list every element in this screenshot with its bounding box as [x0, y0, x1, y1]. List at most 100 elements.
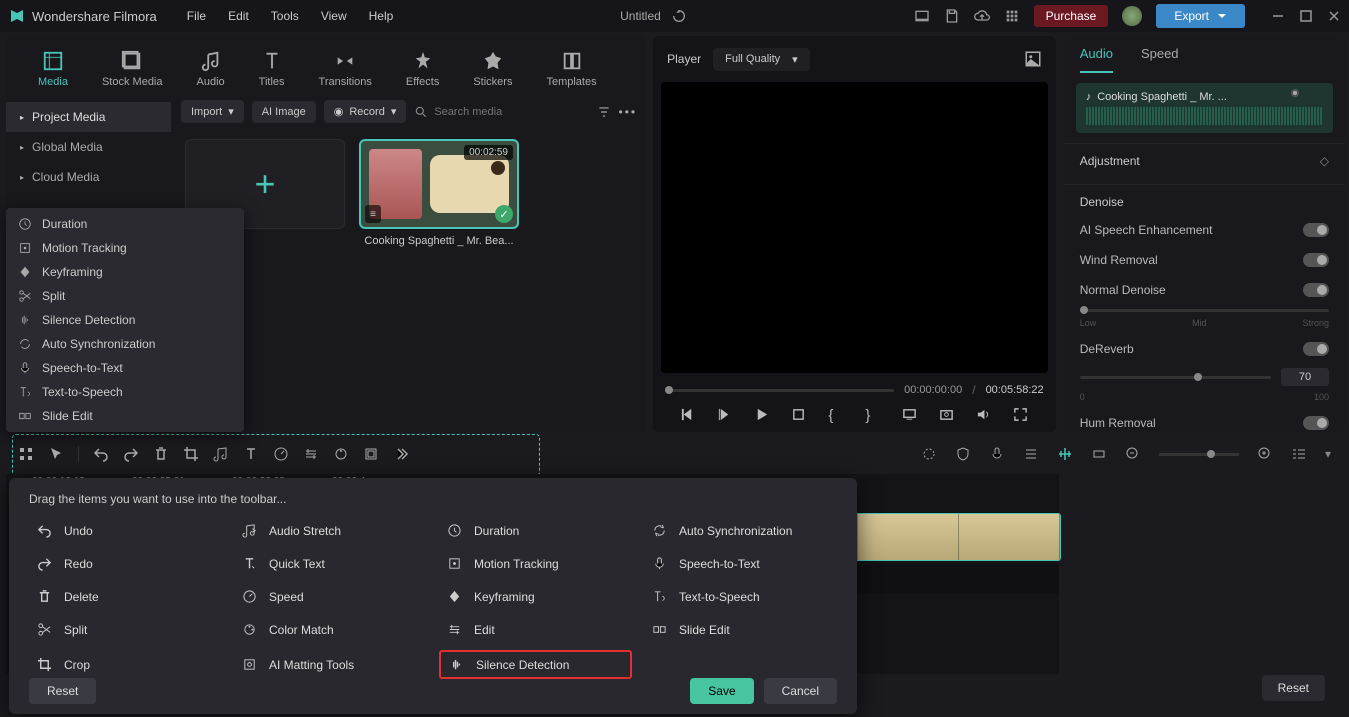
sidebar-item-global[interactable]: ▸Global Media	[6, 132, 171, 162]
zoom-in-icon[interactable]	[1257, 446, 1273, 462]
cust-item-redo[interactable]: Redo	[29, 551, 222, 576]
nav-tab-templates[interactable]: Templates	[538, 44, 604, 94]
cust-item-auto-synchronization[interactable]: Auto Synchronization	[644, 518, 837, 543]
menu-tools[interactable]: Tools	[271, 9, 299, 23]
redo-icon[interactable]	[123, 446, 139, 462]
shield-icon[interactable]	[955, 446, 971, 462]
close-icon[interactable]	[1327, 9, 1341, 23]
player-viewport[interactable]	[661, 82, 1048, 373]
cust-item-keyframing[interactable]: Keyframing	[439, 584, 632, 609]
toggle-ai-speech[interactable]	[1303, 223, 1329, 237]
nav-tab-titles[interactable]: Titles	[251, 44, 293, 94]
cust-item-duration[interactable]: Duration	[439, 518, 632, 543]
more-icon[interactable]: •••	[619, 105, 638, 119]
cust-item-audio-stretch[interactable]: Audio Stretch	[234, 518, 427, 543]
cust-item-edit[interactable]: Edit	[439, 617, 632, 642]
speed-tool-icon[interactable]	[273, 446, 289, 462]
marker-icon[interactable]	[921, 446, 937, 462]
menu-edit[interactable]: Edit	[228, 9, 249, 23]
cust-item-silence-detection[interactable]: Silence Detection	[439, 650, 632, 679]
sidebar-item-project[interactable]: ▸Project Media	[6, 102, 171, 132]
section-adjustment[interactable]: Adjustment	[1080, 154, 1140, 168]
menu-help[interactable]: Help	[369, 9, 394, 23]
crop-icon[interactable]	[183, 446, 199, 462]
step-back-icon[interactable]	[680, 407, 695, 422]
search-input[interactable]	[434, 106, 534, 118]
zoom-out-icon[interactable]	[1125, 446, 1141, 462]
save-icon[interactable]	[944, 8, 960, 24]
inspector-reset-button[interactable]: Reset	[1262, 675, 1325, 701]
stop-icon[interactable]	[791, 407, 806, 422]
search-field[interactable]	[414, 105, 534, 119]
adjust-tool-icon[interactable]	[303, 446, 319, 462]
undo-icon[interactable]	[93, 446, 109, 462]
cust-item-speed[interactable]: Speed	[234, 584, 427, 609]
grid-icon[interactable]	[18, 446, 34, 462]
cust-item-speech-to-text[interactable]: Speech-to-Text	[644, 551, 837, 576]
toggle-normal-denoise[interactable]	[1303, 283, 1329, 297]
inspector-tab-audio[interactable]: Audio	[1080, 46, 1113, 73]
inspector-tab-speed[interactable]: Speed	[1141, 46, 1179, 73]
cust-item-slide-edit[interactable]: Slide Edit	[644, 617, 837, 642]
quality-dropdown[interactable]: Full Quality▾	[713, 48, 810, 71]
cust-item-delete[interactable]: Delete	[29, 584, 222, 609]
ai-image-button[interactable]: AI Image	[252, 101, 316, 123]
slider-denoise[interactable]	[1080, 309, 1329, 312]
cust-item-split[interactable]: Split	[29, 617, 222, 642]
refresh-icon[interactable]	[671, 8, 687, 24]
nav-tab-media[interactable]: Media	[30, 44, 76, 94]
sidebar-item-cloud[interactable]: ▸Cloud Media	[6, 162, 171, 192]
mark-in-icon[interactable]: {	[828, 407, 843, 422]
cust-item-crop[interactable]: Crop	[29, 650, 222, 679]
nav-tab-stickers[interactable]: Stickers	[465, 44, 520, 94]
ctx-text-to-speech[interactable]: Text-to-Speech	[6, 380, 244, 404]
menu-file[interactable]: File	[187, 9, 206, 23]
purchase-button[interactable]: Purchase	[1034, 5, 1109, 27]
media-thumb[interactable]: 00:02:59 ≡ ✓ Cooking Spaghetti _ Mr. Bea…	[359, 139, 519, 247]
toggle-hum[interactable]	[1303, 416, 1329, 430]
cursor-icon[interactable]	[48, 446, 64, 462]
mark-out-icon[interactable]: }	[865, 407, 880, 422]
record-button[interactable]: ◉Record▾	[324, 100, 407, 123]
image-icon[interactable]	[1024, 50, 1042, 68]
cust-item-text-to-speech[interactable]: Text-to-Speech	[644, 584, 837, 609]
ctx-silence-detection[interactable]: Silence Detection	[6, 308, 244, 332]
customizer-save-button[interactable]: Save	[690, 678, 753, 704]
keyframe-dot-icon[interactable]	[1291, 89, 1299, 97]
audio-clip-preview[interactable]: ♪Cooking Spaghetti _ Mr. ...	[1076, 83, 1333, 133]
customizer-reset-button[interactable]: Reset	[29, 678, 96, 704]
ctx-duration[interactable]: Duration	[6, 212, 244, 236]
apps-grid-icon[interactable]	[1004, 8, 1020, 24]
val-dereverb[interactable]: 70	[1281, 368, 1329, 386]
nav-tab-transitions[interactable]: Transitions	[311, 44, 380, 94]
menu-view[interactable]: View	[321, 9, 347, 23]
ctx-auto-sync[interactable]: Auto Synchronization	[6, 332, 244, 356]
audio-tool-icon[interactable]	[213, 446, 229, 462]
minimize-icon[interactable]	[1271, 9, 1285, 23]
diamond-icon[interactable]: ◇	[1320, 154, 1329, 168]
cust-item-ai-matting-tools[interactable]: AI Matting Tools	[234, 650, 427, 679]
trash-icon[interactable]	[153, 446, 169, 462]
toggle-dereverb[interactable]	[1303, 342, 1329, 356]
zoom-slider[interactable]	[1159, 453, 1239, 456]
play-start-icon[interactable]	[717, 407, 732, 422]
toggle-wind[interactable]	[1303, 253, 1329, 267]
nav-tab-audio[interactable]: Audio	[189, 44, 233, 94]
nav-tab-effects[interactable]: Effects	[398, 44, 447, 94]
volume-icon[interactable]	[976, 407, 991, 422]
device-icon[interactable]	[914, 8, 930, 24]
slider-dereverb[interactable]	[1080, 376, 1271, 379]
ctx-slide-edit[interactable]: Slide Edit	[6, 404, 244, 428]
filter-icon[interactable]	[597, 105, 611, 119]
cust-item-motion-tracking[interactable]: Motion Tracking	[439, 551, 632, 576]
snap-icon[interactable]	[1057, 446, 1073, 462]
color-tool-icon[interactable]	[333, 446, 349, 462]
mic-icon[interactable]	[989, 446, 1005, 462]
frame-tool-icon[interactable]	[363, 446, 379, 462]
text-tool-icon[interactable]	[243, 446, 259, 462]
scrub-bar[interactable]	[665, 389, 894, 392]
chevron-down-icon[interactable]: ▾	[1325, 447, 1331, 461]
nav-tab-stock[interactable]: Stock Media	[94, 44, 171, 94]
cloud-upload-icon[interactable]	[974, 8, 990, 24]
cust-item-quick-text[interactable]: Quick Text	[234, 551, 427, 576]
